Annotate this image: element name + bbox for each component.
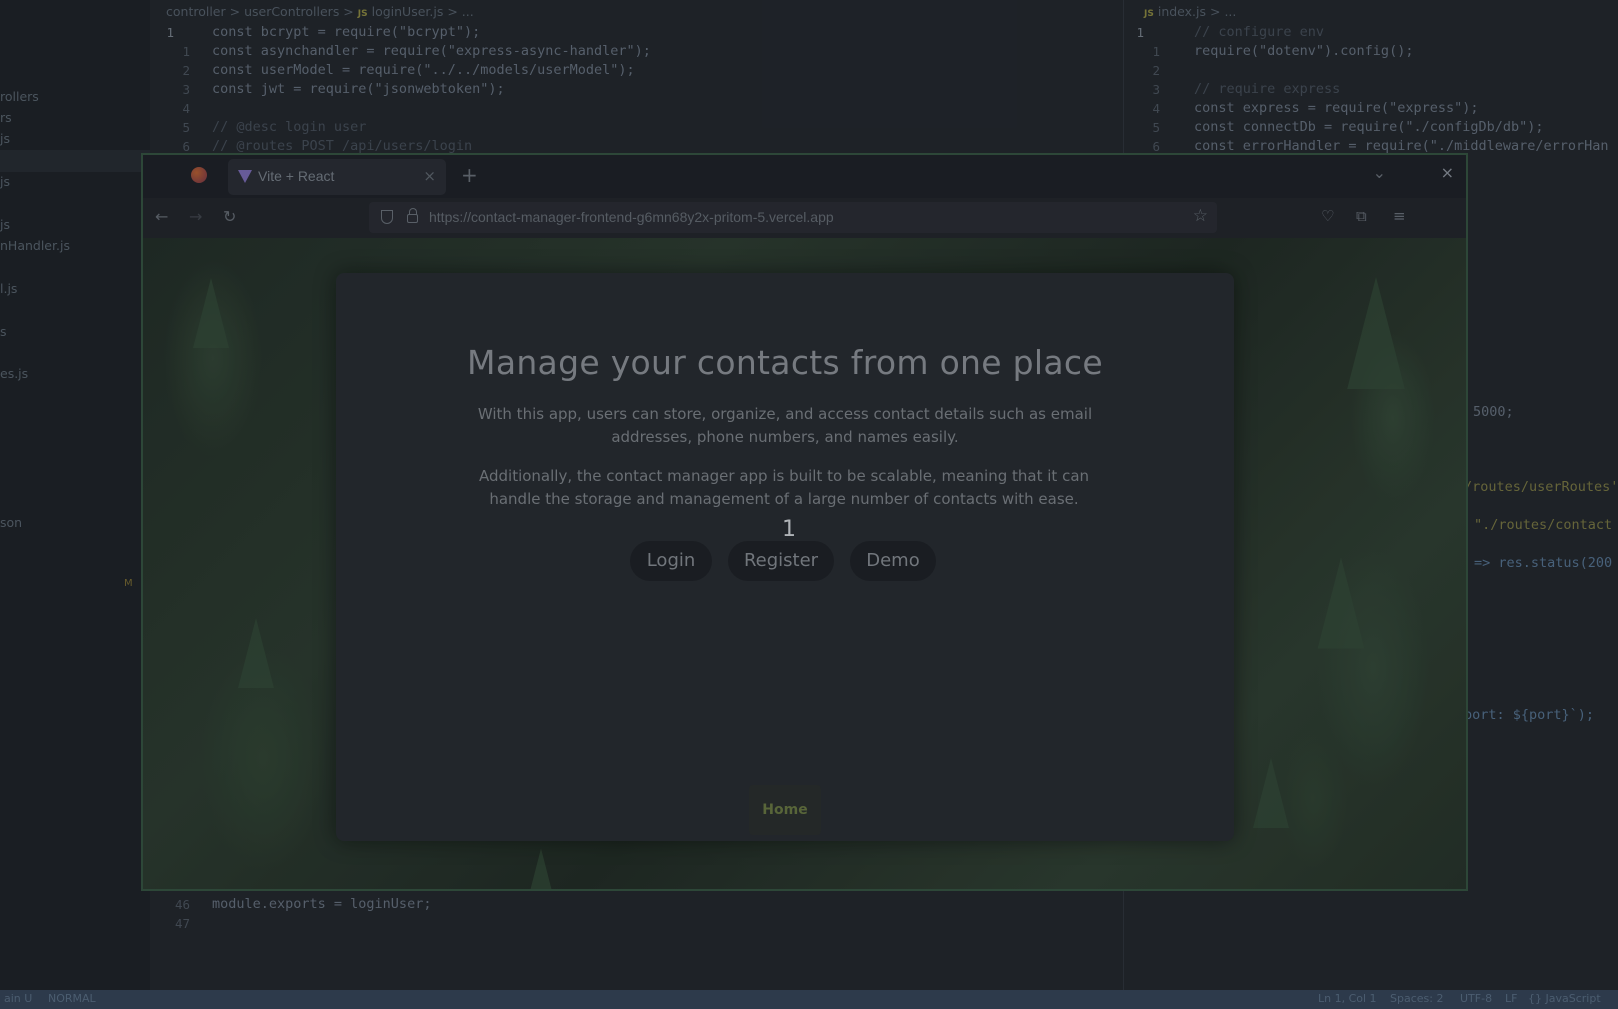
breadcrumb-item[interactable]: userControllers [244, 4, 339, 19]
sidebar-item[interactable]: s [0, 324, 7, 339]
breadcrumb: JS index.js > ... [1144, 4, 1237, 19]
sidebar-item[interactable]: js [0, 174, 10, 189]
hero-card: Manage your contacts from one place With… [336, 273, 1234, 841]
line-number: 5 [182, 120, 190, 135]
forest-background-tree [1317, 557, 1365, 649]
line-number: 2 [182, 63, 190, 78]
breadcrumb-item[interactable]: controller [166, 4, 226, 19]
window-close-button[interactable]: × [1441, 163, 1454, 182]
vite-favicon-icon [238, 170, 252, 183]
js-file-icon: JS [357, 9, 368, 19]
line-number: 3 [1152, 82, 1160, 97]
js-file-icon: JS [1144, 9, 1154, 19]
forest-background-tree [1347, 277, 1405, 389]
file-explorer-sidebar: rollers rs js js js nHandler.js l.js s e… [0, 0, 151, 990]
line-number: 4 [1152, 101, 1160, 116]
status-encoding[interactable]: UTF-8 [1460, 992, 1492, 1005]
forest-background-tree [193, 278, 229, 348]
code-line: const jwt = require("jsonwebtoken"); [212, 81, 505, 97]
code-line: const userModel = require("../../models/… [212, 62, 635, 78]
hero-description: With this app, users can store, organize… [477, 405, 1093, 446]
reload-button[interactable]: ↻ [223, 207, 236, 226]
code-line: const connectDb = require("./configDb/db… [1194, 119, 1544, 135]
code-line: module.exports = loginUser; [212, 896, 432, 912]
tracking-protection-shield-icon[interactable] [381, 210, 393, 224]
extensions-icon[interactable]: ⧉ [1356, 207, 1367, 225]
code-fragment: /routes/userRoutes' [1464, 479, 1618, 495]
navigation-toolbar: ← → ↻ https://contact-manager-frontend-g… [143, 198, 1466, 238]
sidebar-item[interactable]: rs [0, 110, 12, 125]
status-mode: NORMAL [48, 992, 96, 1005]
code-line: require("dotenv").config(); [1194, 43, 1414, 59]
code-line: const express = require("express"); [1194, 100, 1479, 116]
line-number: 46 [174, 897, 190, 912]
lock-icon[interactable] [407, 208, 418, 223]
url-bar[interactable]: https://contact-manager-frontend-g6mn68y… [369, 202, 1217, 233]
line-number: 1 [166, 25, 174, 40]
line-number: 47 [174, 916, 190, 931]
login-button[interactable]: Login [630, 541, 712, 581]
tab-title: Vite + React [258, 168, 335, 184]
line-number: 5 [1152, 120, 1160, 135]
code-fragment: 5000; [1473, 404, 1514, 420]
tab-bar: Vite + React × + ⌄ × [143, 155, 1466, 198]
tab-vite-react[interactable]: Vite + React × [228, 159, 446, 195]
code-comment: // configure env [1194, 24, 1325, 40]
menu-icon[interactable]: ≡ [1393, 207, 1406, 225]
sidebar-item[interactable]: nHandler.js [0, 238, 70, 253]
list-all-tabs-button[interactable]: ⌄ [1373, 163, 1386, 182]
breadcrumb-item[interactable]: ... [462, 4, 474, 19]
editor-status-bar: ain U NORMAL Ln 1, Col 1 Spaces: 2 UTF-8… [0, 990, 1618, 1009]
status-eol[interactable]: LF [1505, 992, 1517, 1005]
line-number: 1 [182, 44, 190, 59]
line-number: 1 [1136, 25, 1144, 40]
back-button[interactable]: ← [155, 207, 168, 226]
code-comment: // require express [1194, 81, 1341, 97]
new-tab-button[interactable]: + [461, 163, 478, 187]
breadcrumb: controller > userControllers > JS loginUs… [166, 4, 474, 19]
hero-description-2: Additionally, the contact manager app is… [478, 467, 1090, 508]
home-link[interactable]: Home [749, 785, 821, 835]
forest-background-tree [528, 848, 554, 889]
sidebar-item[interactable]: son [0, 515, 22, 530]
demo-button[interactable]: Demo [850, 541, 936, 581]
line-number: 2 [1152, 63, 1160, 78]
breadcrumb-item[interactable]: ... [1224, 4, 1236, 19]
browser-window: Vite + React × + ⌄ × ← → ↻ https://conta… [141, 153, 1468, 891]
pocket-icon[interactable]: ♡ [1321, 207, 1334, 225]
tab-close-icon[interactable]: × [423, 167, 436, 185]
register-button[interactable]: Register [728, 541, 834, 581]
breadcrumb-item[interactable]: index.js [1158, 4, 1206, 19]
status-language[interactable]: {} JavaScript [1528, 992, 1601, 1005]
code-fragment: "./routes/contact [1474, 517, 1613, 533]
code-comment: // @desc login user [212, 119, 367, 135]
sidebar-item[interactable]: js [0, 131, 10, 146]
forest-background-tree [1253, 758, 1289, 828]
breadcrumb-item[interactable]: loginUser.js [372, 4, 444, 19]
code-line: const asynchandler = require("express-as… [212, 43, 651, 59]
bookmark-star-icon[interactable]: ☆ [1193, 206, 1208, 226]
status-cursor-position[interactable]: Ln 1, Col 1 [1318, 992, 1377, 1005]
forest-background-tree [238, 618, 274, 688]
sidebar-active-row [0, 150, 150, 172]
url-text[interactable]: https://contact-manager-frontend-g6mn68y… [429, 209, 834, 225]
line-number: 3 [182, 82, 190, 97]
hero-headline: Manage your contacts from one place [467, 343, 1103, 382]
click-annotation: 1 [782, 517, 796, 542]
page-viewport: Manage your contacts from one place With… [143, 238, 1466, 889]
status-indentation[interactable]: Spaces: 2 [1390, 992, 1443, 1005]
firefox-logo-icon [191, 167, 207, 183]
sidebar-item[interactable]: js [0, 217, 10, 232]
status-branch[interactable]: ain U [4, 992, 32, 1005]
code-fragment: port: ${port}`); [1464, 707, 1595, 723]
code-fragment: => res.status(200 [1474, 555, 1613, 571]
sidebar-item[interactable]: rollers [0, 89, 39, 104]
line-number: 1 [1152, 44, 1160, 59]
sidebar-item[interactable]: es.js [0, 366, 28, 381]
forward-button[interactable]: → [189, 207, 202, 226]
git-modified-marker: M [124, 578, 133, 589]
code-line: const bcrypt = require("bcrypt"); [212, 24, 481, 40]
line-number: 4 [182, 101, 190, 116]
sidebar-item[interactable]: l.js [0, 281, 17, 296]
